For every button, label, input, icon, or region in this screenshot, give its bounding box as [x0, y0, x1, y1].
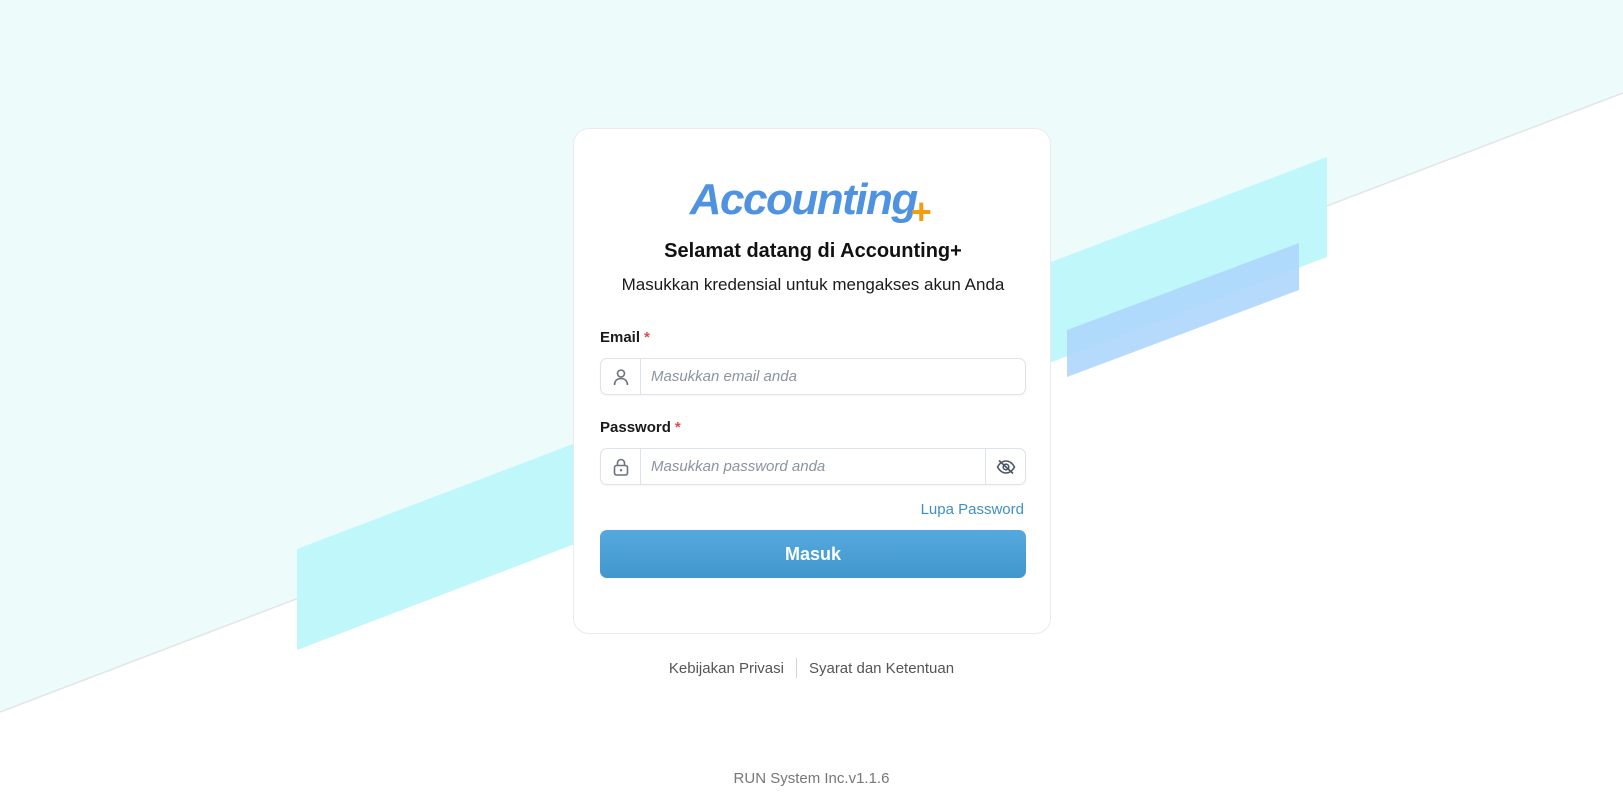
password-input[interactable] — [641, 449, 987, 484]
email-input[interactable] — [641, 359, 1025, 394]
password-field-wrapper — [600, 448, 1026, 485]
password-label: Password * — [600, 419, 681, 436]
email-field-wrapper — [600, 358, 1026, 395]
page-title: Selamat datang di Accounting+ — [664, 240, 962, 262]
eye-off-icon[interactable] — [985, 449, 1025, 484]
password-label-text: Password — [600, 419, 671, 436]
login-button[interactable]: Masuk — [600, 530, 1026, 578]
lock-icon — [601, 449, 641, 484]
accounting-logo: Accounting+ — [574, 175, 1052, 232]
login-card: Accounting+ Selamat datang di Accounting… — [573, 128, 1051, 634]
required-mark: * — [674, 419, 681, 436]
terms-link[interactable]: Syarat dan Ketentuan — [809, 660, 954, 677]
privacy-policy-link[interactable]: Kebijakan Privasi — [669, 660, 784, 677]
version-text: RUN System Inc.v1.1.6 — [733, 770, 890, 787]
logo-text: Accounting — [689, 175, 918, 224]
page-subtitle: Masukkan kredensial untuk mengakses akun… — [621, 275, 1005, 294]
footer-links: Kebijakan Privasi Syarat dan Ketentuan — [0, 658, 1623, 678]
email-label: Email * — [600, 329, 650, 346]
footer-divider — [795, 658, 797, 678]
forgot-password-link[interactable]: Lupa Password — [921, 501, 1024, 518]
user-icon — [601, 359, 641, 394]
email-label-text: Email — [600, 329, 641, 346]
logo-plus: + — [910, 191, 932, 232]
required-mark: * — [644, 329, 650, 346]
